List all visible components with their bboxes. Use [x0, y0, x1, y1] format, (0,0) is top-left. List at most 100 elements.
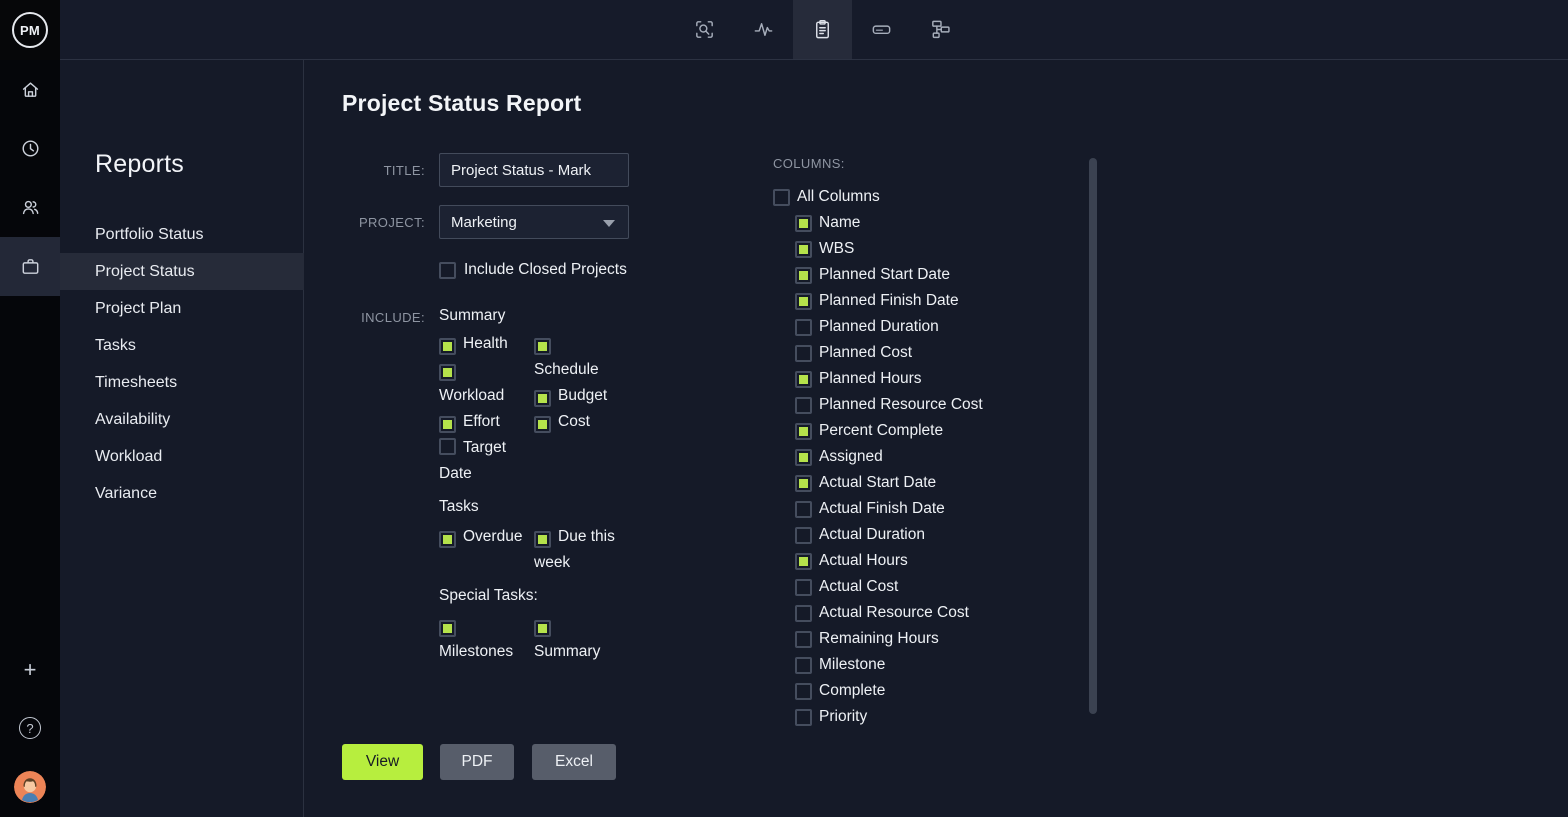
- option-due-this-week[interactable]: Due this week: [534, 524, 629, 576]
- add-button[interactable]: +: [0, 658, 60, 682]
- report-item-project-plan[interactable]: Project Plan: [60, 290, 304, 327]
- column-planned-duration-checkbox[interactable]: [795, 319, 812, 336]
- card-icon[interactable]: [852, 0, 911, 59]
- column-actual-finish-date-checkbox[interactable]: [795, 501, 812, 518]
- column-milestone[interactable]: Milestone: [795, 652, 1073, 678]
- column-actual-hours-checkbox[interactable]: [795, 553, 812, 570]
- column-planned-start-date[interactable]: Planned Start Date: [795, 262, 1073, 288]
- column-actual-duration-checkbox[interactable]: [795, 527, 812, 544]
- column-actual-cost[interactable]: Actual Cost: [795, 574, 1073, 600]
- option-effort[interactable]: Effort: [439, 409, 534, 435]
- due-this-week-checkbox[interactable]: [534, 531, 551, 548]
- column-actual-hours[interactable]: Actual Hours: [795, 548, 1073, 574]
- title-input[interactable]: [439, 153, 629, 187]
- special-tasks-heading: Special Tasks:: [439, 587, 538, 605]
- report-item-timesheets[interactable]: Timesheets: [60, 364, 304, 401]
- column-remaining-hours-checkbox[interactable]: [795, 631, 812, 648]
- user-avatar[interactable]: [14, 771, 46, 803]
- column-planned-resource-cost[interactable]: Planned Resource Cost: [795, 392, 1073, 418]
- column-planned-resource-cost-checkbox[interactable]: [795, 397, 812, 414]
- column-name[interactable]: Name: [795, 210, 1073, 236]
- excel-button[interactable]: Excel: [532, 744, 616, 780]
- columns-section-label: COLUMNS:: [773, 156, 845, 171]
- option-health[interactable]: Health: [439, 331, 534, 357]
- workload-checkbox[interactable]: [439, 364, 456, 381]
- column-wbs-checkbox[interactable]: [795, 241, 812, 258]
- projects-nav-icon[interactable]: [0, 237, 60, 296]
- option-target-date[interactable]: Target Date: [439, 435, 534, 487]
- activity-icon[interactable]: [734, 0, 793, 59]
- column-assigned-checkbox[interactable]: [795, 449, 812, 466]
- cost-checkbox[interactable]: [534, 416, 551, 433]
- zoom-search-icon[interactable]: [675, 0, 734, 59]
- column-planned-start-date-checkbox[interactable]: [795, 267, 812, 284]
- column-assigned[interactable]: Assigned: [795, 444, 1073, 470]
- project-select[interactable]: Marketing: [439, 205, 629, 239]
- report-item-portfolio-status[interactable]: Portfolio Status: [60, 216, 304, 253]
- column-name-checkbox[interactable]: [795, 215, 812, 232]
- column-planned-cost[interactable]: Planned Cost: [795, 340, 1073, 366]
- column-actual-cost-checkbox[interactable]: [795, 579, 812, 596]
- budget-checkbox[interactable]: [534, 390, 551, 407]
- column-milestone-checkbox[interactable]: [795, 657, 812, 674]
- summary-checkbox[interactable]: [534, 620, 551, 637]
- option-cost[interactable]: Cost: [534, 409, 629, 435]
- column-actual-duration[interactable]: Actual Duration: [795, 522, 1073, 548]
- column-actual-start-date-checkbox[interactable]: [795, 475, 812, 492]
- column-percent-complete-checkbox[interactable]: [795, 423, 812, 440]
- team-nav-icon[interactable]: [0, 178, 60, 237]
- target-date-checkbox[interactable]: [439, 438, 456, 455]
- workflow-icon[interactable]: [911, 0, 970, 59]
- option-workload[interactable]: Workload: [439, 357, 534, 409]
- app-window: PM: [0, 0, 1568, 817]
- column-planned-finish-date[interactable]: Planned Finish Date: [795, 288, 1073, 314]
- option-milestones[interactable]: Milestones: [439, 613, 534, 665]
- column-actual-resource-cost-checkbox[interactable]: [795, 605, 812, 622]
- summary-options: HealthWorkloadEffortTarget DateScheduleB…: [439, 331, 629, 487]
- report-item-workload[interactable]: Workload: [60, 438, 304, 475]
- include-closed-projects-option[interactable]: Include Closed Projects: [439, 261, 627, 279]
- effort-checkbox[interactable]: [439, 416, 456, 433]
- overdue-checkbox[interactable]: [439, 531, 456, 548]
- report-item-project-status[interactable]: Project Status: [60, 253, 304, 290]
- column-complete-checkbox[interactable]: [795, 683, 812, 700]
- column-planned-cost-checkbox[interactable]: [795, 345, 812, 362]
- report-item-tasks[interactable]: Tasks: [60, 327, 304, 364]
- column-priority[interactable]: Priority: [795, 704, 1073, 730]
- column-actual-start-date[interactable]: Actual Start Date: [795, 470, 1073, 496]
- clipboard-icon-glyph: [811, 18, 834, 41]
- column-all-columns[interactable]: All Columns: [773, 184, 1073, 210]
- column-actual-finish-date[interactable]: Actual Finish Date: [795, 496, 1073, 522]
- column-remaining-hours[interactable]: Remaining Hours: [795, 626, 1073, 652]
- option-budget[interactable]: Budget: [534, 383, 629, 409]
- column-label: Planned Cost: [819, 344, 912, 362]
- help-button[interactable]: ?: [19, 717, 41, 739]
- column-actual-resource-cost[interactable]: Actual Resource Cost: [795, 600, 1073, 626]
- column-planned-hours-checkbox[interactable]: [795, 371, 812, 388]
- column-priority-checkbox[interactable]: [795, 709, 812, 726]
- report-item-variance[interactable]: Variance: [60, 475, 304, 512]
- include-closed-label: Include Closed Projects: [464, 261, 627, 279]
- column-complete[interactable]: Complete: [795, 678, 1073, 704]
- columns-scrollbar[interactable]: [1089, 158, 1097, 714]
- report-item-availability[interactable]: Availability: [60, 401, 304, 438]
- include-closed-checkbox[interactable]: [439, 262, 456, 279]
- pdf-button[interactable]: PDF: [440, 744, 514, 780]
- workflow-icon-glyph: [929, 18, 952, 41]
- report-clipboard-icon[interactable]: [793, 0, 852, 59]
- option-summary[interactable]: Summary: [534, 613, 629, 665]
- view-button[interactable]: View: [342, 744, 423, 780]
- column-percent-complete[interactable]: Percent Complete: [795, 418, 1073, 444]
- milestones-checkbox[interactable]: [439, 620, 456, 637]
- home-nav-icon[interactable]: [0, 60, 60, 119]
- column-planned-duration[interactable]: Planned Duration: [795, 314, 1073, 340]
- option-overdue[interactable]: Overdue: [439, 524, 534, 550]
- option-schedule[interactable]: Schedule: [534, 331, 629, 383]
- column-planned-finish-date-checkbox[interactable]: [795, 293, 812, 310]
- schedule-checkbox[interactable]: [534, 338, 551, 355]
- recent-nav-icon[interactable]: [0, 119, 60, 178]
- health-checkbox[interactable]: [439, 338, 456, 355]
- column-all-columns-checkbox[interactable]: [773, 189, 790, 206]
- column-planned-hours[interactable]: Planned Hours: [795, 366, 1073, 392]
- column-wbs[interactable]: WBS: [795, 236, 1073, 262]
